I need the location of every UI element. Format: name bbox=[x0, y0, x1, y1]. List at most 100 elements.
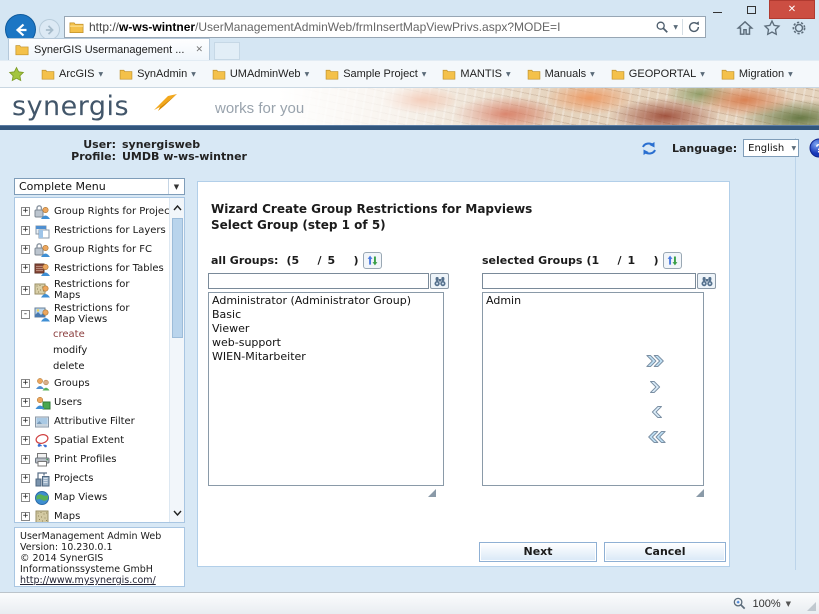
wizard-step-title: Select Group (step 1 of 5) bbox=[211, 218, 386, 232]
list-item[interactable]: web-support bbox=[212, 336, 440, 350]
search-dropdown-caret[interactable]: ▼ bbox=[673, 24, 678, 31]
synergis-banner: synergis works for you bbox=[0, 88, 819, 125]
list-item[interactable]: Viewer bbox=[212, 322, 440, 336]
favorite-item-arcgis[interactable]: ArcGIS ▼ bbox=[41, 68, 103, 80]
expand-icon[interactable]: + bbox=[21, 286, 30, 295]
tree-item-group-rights-projects[interactable]: + Group Rights for Projects bbox=[15, 202, 171, 221]
tree-subitem-delete[interactable]: delete bbox=[15, 358, 171, 374]
all-groups-listbox[interactable]: Administrator (Administrator Group) Basi… bbox=[208, 292, 444, 486]
tree-item-users[interactable]: + Users bbox=[15, 393, 171, 412]
scrollbar-thumb[interactable] bbox=[172, 218, 183, 338]
tree-subitem-modify[interactable]: modify bbox=[15, 342, 171, 358]
expand-icon[interactable]: + bbox=[21, 264, 30, 273]
selected-groups-resize-grip[interactable] bbox=[696, 489, 704, 497]
sort-all-groups-button[interactable] bbox=[363, 252, 382, 269]
favorites-bar: ArcGIS ▼ SynAdmin ▼ UMAdminWeb ▼ Sample … bbox=[0, 60, 819, 88]
collapse-icon[interactable]: - bbox=[21, 310, 30, 319]
scroll-down-icon[interactable] bbox=[170, 505, 185, 520]
expand-icon[interactable]: + bbox=[21, 245, 30, 254]
favorite-item-migration[interactable]: Migration ▼ bbox=[721, 68, 793, 80]
move-all-right-button[interactable] bbox=[645, 350, 667, 372]
chevron-down-icon: ▼ bbox=[792, 145, 797, 152]
tree-item-maps[interactable]: + Maps bbox=[15, 507, 171, 523]
expand-icon[interactable]: + bbox=[21, 226, 30, 235]
browser-titlebar: ✕ http://w-ws-wintner/UserManagementAdmi… bbox=[0, 0, 819, 60]
scroll-up-icon[interactable] bbox=[170, 200, 185, 215]
expand-icon[interactable]: + bbox=[21, 512, 30, 521]
tree-item-group-rights-fc[interactable]: + Group Rights for FC bbox=[15, 240, 171, 259]
synergis-website-link[interactable]: http://www.mysynergis.com/ bbox=[20, 575, 179, 586]
cancel-button[interactable]: Cancel bbox=[604, 542, 726, 562]
list-item[interactable]: Admin bbox=[486, 294, 700, 308]
expand-icon[interactable]: + bbox=[21, 474, 30, 483]
forward-button[interactable] bbox=[39, 19, 60, 40]
tree-item-restrictions-tables[interactable]: + Restrictions for Tables bbox=[15, 259, 171, 278]
selected-groups-listbox[interactable]: Admin bbox=[482, 292, 704, 486]
chevron-down-icon: ▼ bbox=[305, 71, 310, 78]
search-icon[interactable] bbox=[655, 20, 669, 34]
list-item[interactable]: Administrator (Administrator Group) bbox=[212, 294, 440, 308]
zoom-control[interactable]: 100% ▼ bbox=[732, 596, 791, 611]
tree-item-groups[interactable]: + Groups bbox=[15, 374, 171, 393]
list-item[interactable]: WIEN-Mitarbeiter bbox=[212, 350, 440, 364]
tab-close-icon[interactable]: ✕ bbox=[195, 45, 203, 55]
all-groups-filter-input[interactable] bbox=[208, 273, 429, 289]
zoom-dropdown-caret[interactable]: ▼ bbox=[786, 600, 791, 608]
favorite-item-manuals[interactable]: Manuals ▼ bbox=[527, 68, 595, 80]
new-tab-button[interactable] bbox=[214, 42, 240, 60]
chevron-down-icon: ▼ bbox=[422, 71, 427, 78]
expand-icon[interactable]: + bbox=[21, 207, 30, 216]
move-left-button[interactable] bbox=[645, 401, 667, 423]
tree-item-attributive-filter[interactable]: + Attributive Filter bbox=[15, 412, 171, 431]
home-icon[interactable] bbox=[736, 19, 754, 37]
tree-item-spatial-extent[interactable]: + Spatial Extent bbox=[15, 431, 171, 450]
search-selected-groups-button[interactable] bbox=[697, 273, 716, 289]
window-maximize-button[interactable] bbox=[735, 0, 767, 19]
expand-icon[interactable]: + bbox=[21, 417, 30, 426]
tree-item-map-views[interactable]: + Map Views bbox=[15, 488, 171, 507]
window-close-button[interactable]: ✕ bbox=[769, 0, 815, 19]
tree-subitem-create[interactable]: create bbox=[15, 326, 171, 342]
tree-item-restrictions-layers[interactable]: + Restrictions for Layers bbox=[15, 221, 171, 240]
folder-icon bbox=[721, 69, 735, 80]
selected-groups-filter-input[interactable] bbox=[482, 273, 696, 289]
tree-item-projects[interactable]: + Projects bbox=[15, 469, 171, 488]
sort-selected-groups-button[interactable] bbox=[663, 252, 682, 269]
synergis-logo: synergis bbox=[12, 91, 129, 122]
language-select[interactable]: English ▼ bbox=[743, 139, 799, 157]
chevron-down-icon: ▼ bbox=[98, 71, 103, 78]
favorite-item-synadmin[interactable]: SynAdmin ▼ bbox=[119, 68, 196, 80]
window-resize-grip[interactable] bbox=[807, 602, 816, 611]
all-groups-count: 5 bbox=[292, 254, 318, 267]
settings-gear-icon[interactable] bbox=[790, 19, 808, 37]
favorite-item-geoportal[interactable]: GEOPORTAL ▼ bbox=[611, 68, 705, 80]
all-groups-resize-grip[interactable] bbox=[428, 489, 436, 497]
search-all-groups-button[interactable] bbox=[430, 273, 449, 289]
expand-icon[interactable]: + bbox=[21, 436, 30, 445]
expand-icon[interactable]: + bbox=[21, 379, 30, 388]
refresh-icon[interactable] bbox=[687, 20, 701, 34]
move-all-left-button[interactable] bbox=[645, 426, 667, 448]
tree-item-restrictions-maps[interactable]: + Restrictions forMaps bbox=[15, 278, 171, 302]
tagline: works for you bbox=[215, 100, 304, 117]
expand-icon[interactable]: + bbox=[21, 455, 30, 464]
expand-icon[interactable]: + bbox=[21, 493, 30, 502]
add-favorite-star-icon[interactable] bbox=[8, 66, 25, 83]
help-icon[interactable]: ? bbox=[809, 138, 819, 158]
expand-icon[interactable]: + bbox=[21, 398, 30, 407]
group-rights-fc-icon bbox=[34, 242, 51, 258]
browser-tab[interactable]: SynerGIS Usermanagement ... ✕ bbox=[8, 38, 210, 60]
tree-item-restrictions-mapviews[interactable]: - Restrictions forMap Views bbox=[15, 302, 171, 326]
tree-scrollbar[interactable] bbox=[169, 198, 184, 522]
favorite-item-umadminweb[interactable]: UMAdminWeb ▼ bbox=[212, 68, 309, 80]
address-bar[interactable]: http://w-ws-wintner/UserManagementAdminW… bbox=[64, 16, 706, 38]
favorite-item-mantis[interactable]: MANTIS ▼ bbox=[442, 68, 510, 80]
reload-language-icon[interactable] bbox=[640, 140, 658, 157]
move-right-button[interactable] bbox=[645, 376, 667, 398]
favorite-item-sample-project[interactable]: Sample Project ▼ bbox=[325, 68, 426, 80]
list-item[interactable]: Basic bbox=[212, 308, 440, 322]
tree-item-print-profiles[interactable]: + Print Profiles bbox=[15, 450, 171, 469]
next-button[interactable]: Next bbox=[479, 542, 597, 562]
favorites-star-icon[interactable] bbox=[763, 19, 781, 37]
menu-filter-select[interactable]: Complete Menu ▼ bbox=[14, 178, 185, 195]
